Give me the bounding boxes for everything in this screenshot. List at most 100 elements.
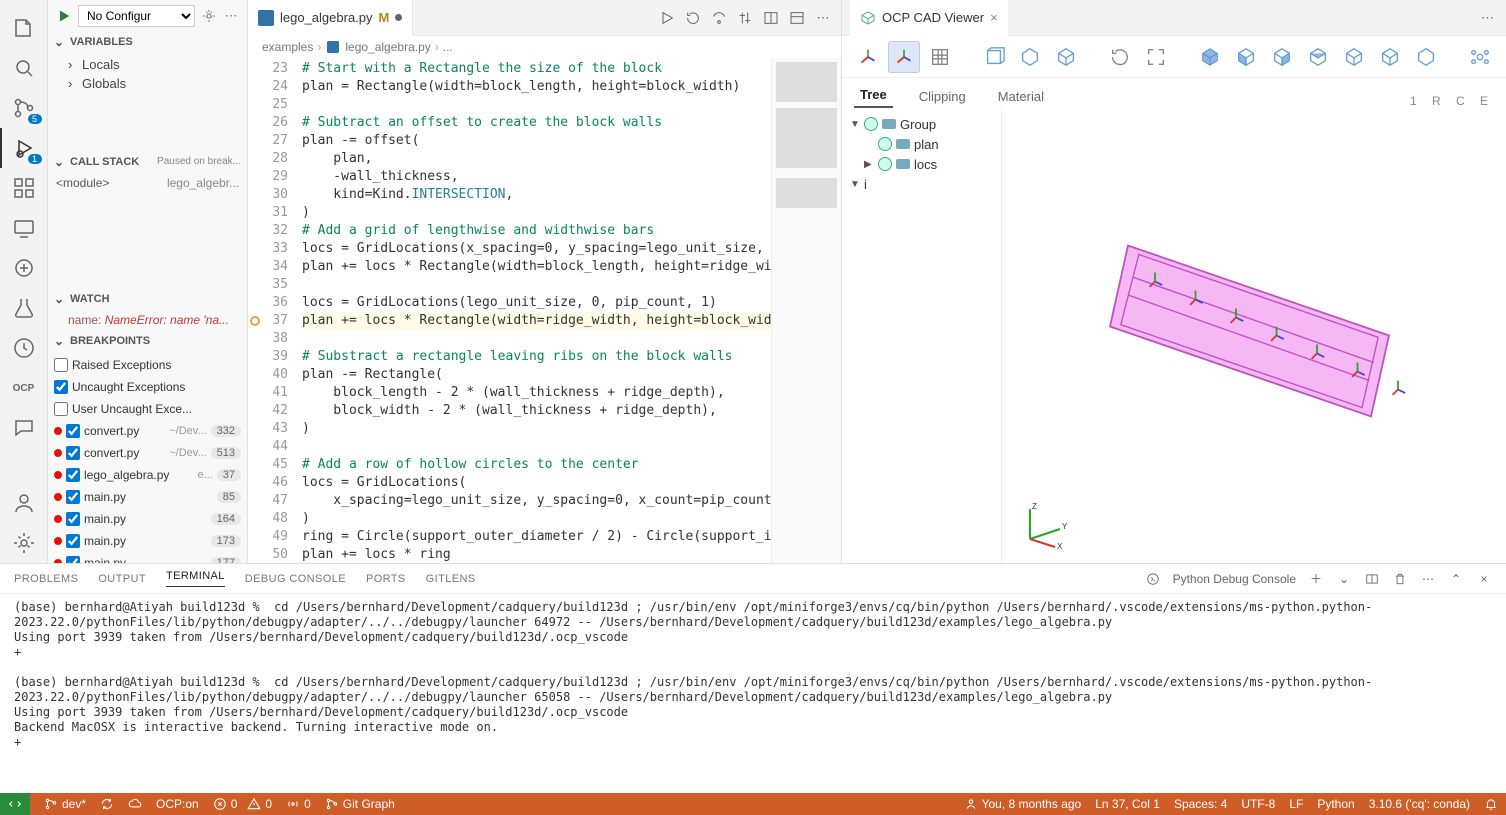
encoding[interactable]: UTF-8 [1241, 797, 1275, 811]
gear-icon[interactable] [201, 8, 217, 24]
ocp-viewport[interactable]: Z Y X [1002, 108, 1506, 563]
test-icon[interactable] [0, 288, 48, 328]
code-editor[interactable]: 2324252627282930313233343536373839404142… [248, 58, 841, 563]
close-panel-icon[interactable]: × [1476, 571, 1492, 587]
language-mode[interactable]: Python [1317, 797, 1354, 811]
remote-indicator[interactable] [0, 793, 30, 815]
git-blame[interactable]: You, 8 months ago [964, 797, 1082, 811]
git-branch[interactable]: dev* [44, 797, 86, 811]
breakpoint-row[interactable]: main.py173 [48, 530, 247, 552]
radio-status[interactable]: 0 [286, 797, 311, 811]
problems-status[interactable]: 0 0 [213, 797, 272, 811]
exception-breakpoint[interactable]: Raised Exceptions [48, 354, 247, 376]
extensions-icon[interactable] [0, 168, 48, 208]
add-terminal-icon[interactable]: ＋ [1308, 571, 1324, 587]
start-debug-icon[interactable] [56, 8, 72, 24]
reset-icon[interactable] [1104, 41, 1136, 73]
git-graph[interactable]: Git Graph [325, 797, 395, 811]
top-view-icon[interactable] [1302, 41, 1334, 73]
transparent-icon[interactable] [1014, 41, 1046, 73]
terminal-profile-label[interactable]: Python Debug Console [1173, 572, 1296, 586]
explode-icon[interactable] [1464, 41, 1496, 73]
panel-tab[interactable]: GITLENS [426, 573, 476, 585]
more-icon[interactable]: ⋯ [223, 8, 239, 24]
panel-tab[interactable]: PROBLEMS [14, 573, 78, 585]
cloud-icon[interactable] [128, 797, 142, 811]
more-icon[interactable]: ⋯ [1420, 571, 1436, 587]
eol[interactable]: LF [1289, 797, 1303, 811]
sync-icon[interactable] [100, 797, 114, 811]
run-debug-icon[interactable]: 1 [0, 128, 48, 168]
debug-restart-icon[interactable] [685, 10, 701, 26]
grid-icon[interactable] [924, 41, 956, 73]
exception-breakpoint[interactable]: Uncaught Exceptions [48, 376, 247, 398]
variables-header[interactable]: ⌄VARIABLES [48, 32, 247, 53]
breakpoint-row[interactable]: main.py164 [48, 508, 247, 530]
callstack-frame[interactable]: <module> lego_algebr... [48, 174, 247, 192]
trash-icon[interactable] [1392, 571, 1408, 587]
more-icon[interactable]: ⋯ [815, 10, 831, 26]
ortho-icon[interactable] [978, 41, 1010, 73]
clipping-subtab[interactable]: Clipping [913, 85, 972, 108]
diff-icon[interactable] [737, 10, 753, 26]
panel-tab[interactable]: TERMINAL [166, 570, 225, 587]
close-icon[interactable]: × [990, 10, 998, 25]
breakpoint-row[interactable]: convert.py~/Dev...332 [48, 420, 247, 442]
settings-gear-icon[interactable] [0, 523, 48, 563]
timeline-icon[interactable] [0, 328, 48, 368]
variable-scope[interactable]: ›Globals [48, 74, 247, 93]
step-over-icon[interactable] [711, 10, 727, 26]
debug-config-select[interactable]: No Configur [78, 5, 195, 27]
split-terminal-icon[interactable] [1364, 571, 1380, 587]
fit-icon[interactable] [1140, 41, 1172, 73]
more-icon[interactable]: ⋯ [1481, 10, 1506, 26]
close-tab-icon[interactable] [395, 14, 402, 21]
front-view-icon[interactable] [1230, 41, 1262, 73]
ocp-status[interactable]: OCP:on [156, 797, 199, 811]
breakpoint-row[interactable]: main.py177 [48, 552, 247, 563]
tree-subtab[interactable]: Tree [854, 83, 893, 108]
remote-explorer-icon[interactable] [0, 208, 48, 248]
files-icon[interactable] [0, 8, 48, 48]
indent[interactable]: Spaces: 4 [1174, 797, 1227, 811]
iso-view-icon[interactable] [1194, 41, 1226, 73]
variable-scope[interactable]: ›Locals [48, 55, 247, 74]
tree-item[interactable]: ▼Group [850, 114, 993, 134]
layout-icon[interactable] [789, 10, 805, 26]
bottom-view-icon[interactable] [1410, 41, 1442, 73]
watch-header[interactable]: ⌄WATCH [48, 288, 247, 309]
python-interpreter[interactable]: 3.10.6 ('cq': conda) [1369, 797, 1470, 811]
account-icon[interactable] [0, 483, 48, 523]
panel-tab[interactable]: DEBUG CONSOLE [245, 573, 346, 585]
breakpoint-row[interactable]: main.py85 [48, 486, 247, 508]
search-icon[interactable] [0, 48, 48, 88]
breakpoint-row[interactable]: lego_algebra.pye...37 [48, 464, 247, 486]
breakpoints-header[interactable]: ⌄BREAKPOINTS [48, 331, 247, 352]
docker-icon[interactable] [0, 248, 48, 288]
tree-item[interactable]: plan [850, 134, 993, 154]
wireframe-icon[interactable] [1050, 41, 1082, 73]
material-subtab[interactable]: Material [992, 85, 1050, 108]
split-icon[interactable] [763, 10, 779, 26]
cursor-position[interactable]: Ln 37, Col 1 [1095, 797, 1160, 811]
watch-item[interactable]: name: NameError: name 'na... [48, 311, 247, 329]
chevron-down-icon[interactable]: ⌄ [1336, 571, 1352, 587]
minimap[interactable] [771, 58, 841, 563]
chevron-up-icon[interactable]: ⌃ [1448, 571, 1464, 587]
exception-breakpoint[interactable]: User Uncaught Exce... [48, 398, 247, 420]
source-control-icon[interactable]: 5 [0, 88, 48, 128]
notifications-icon[interactable] [1484, 797, 1498, 811]
breakpoint-row[interactable]: convert.py~/Dev...513 [48, 442, 247, 464]
left-view-icon[interactable] [1374, 41, 1406, 73]
axis-local-icon[interactable] [888, 41, 920, 73]
tree-item[interactable]: ▼i [850, 174, 993, 194]
comment-icon[interactable] [0, 408, 48, 448]
tree-item[interactable]: ▶locs [850, 154, 993, 174]
ocp-tab[interactable]: OCP CAD Viewer × [850, 0, 1008, 36]
axis-world-icon[interactable] [852, 41, 884, 73]
editor-tab[interactable]: lego_algebra.py M [248, 0, 413, 36]
panel-tab[interactable]: PORTS [366, 573, 406, 585]
right-view-icon[interactable] [1266, 41, 1298, 73]
callstack-header[interactable]: ⌄CALL STACKPaused on break... [48, 151, 247, 172]
breadcrumb[interactable]: examples› lego_algebra.py› ... [248, 36, 841, 58]
